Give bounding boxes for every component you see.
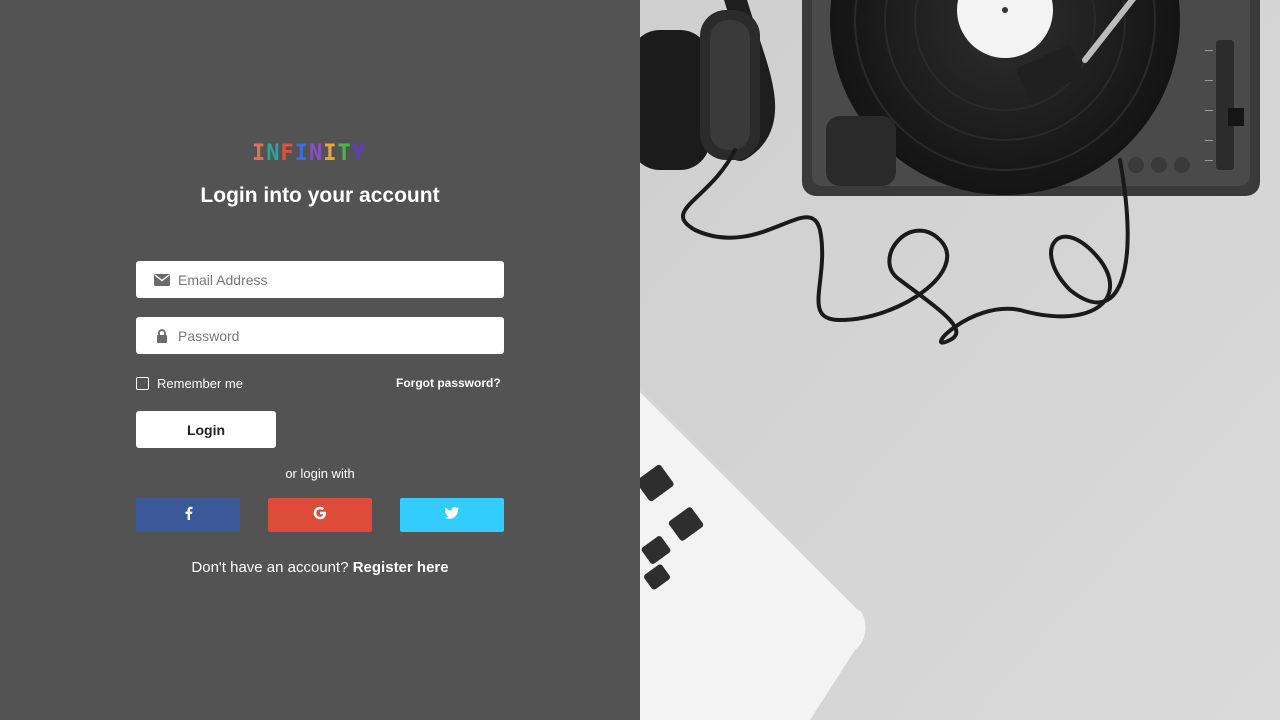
- register-link[interactable]: Register here: [353, 559, 449, 576]
- envelope-icon: [153, 271, 171, 289]
- email-input[interactable]: [178, 261, 504, 298]
- facebook-icon: [184, 506, 193, 525]
- logo-letter: I: [252, 141, 265, 166]
- logo-letter: Y: [351, 141, 365, 166]
- twitter-icon: [445, 506, 459, 524]
- or-login-with-text: or login with: [285, 466, 355, 481]
- remember-me[interactable]: Remember me: [136, 376, 243, 391]
- logo-letter: N: [266, 141, 279, 166]
- google-icon: [313, 506, 327, 525]
- email-field[interactable]: [136, 261, 504, 298]
- password-input[interactable]: [178, 317, 504, 354]
- remember-label: Remember me: [157, 376, 243, 391]
- turntable-headphones-photo: [640, 0, 1280, 720]
- lock-icon: [153, 327, 171, 345]
- login-panel: INFINITY Login into your account Remembe…: [0, 0, 640, 720]
- logo-letter: I: [323, 141, 336, 166]
- infinity-logo: INFINITY: [252, 142, 386, 166]
- forgot-password-link[interactable]: Forgot password?: [396, 376, 501, 390]
- facebook-login-button[interactable]: [136, 498, 240, 532]
- logo-letter: N: [309, 141, 322, 166]
- page-title: Login into your account: [200, 184, 440, 207]
- register-prompt: Don't have an account? Register here: [0, 559, 640, 576]
- twitter-login-button[interactable]: [400, 498, 504, 532]
- logo-letter: F: [280, 141, 294, 166]
- google-login-button[interactable]: [268, 498, 372, 532]
- login-button[interactable]: Login: [136, 411, 276, 448]
- logo-letter: I: [294, 141, 308, 166]
- remember-checkbox[interactable]: [136, 377, 149, 390]
- hero-image: [640, 0, 1280, 720]
- password-field[interactable]: [136, 317, 504, 354]
- logo-letter: T: [337, 141, 351, 166]
- register-text: Don't have an account?: [191, 559, 349, 576]
